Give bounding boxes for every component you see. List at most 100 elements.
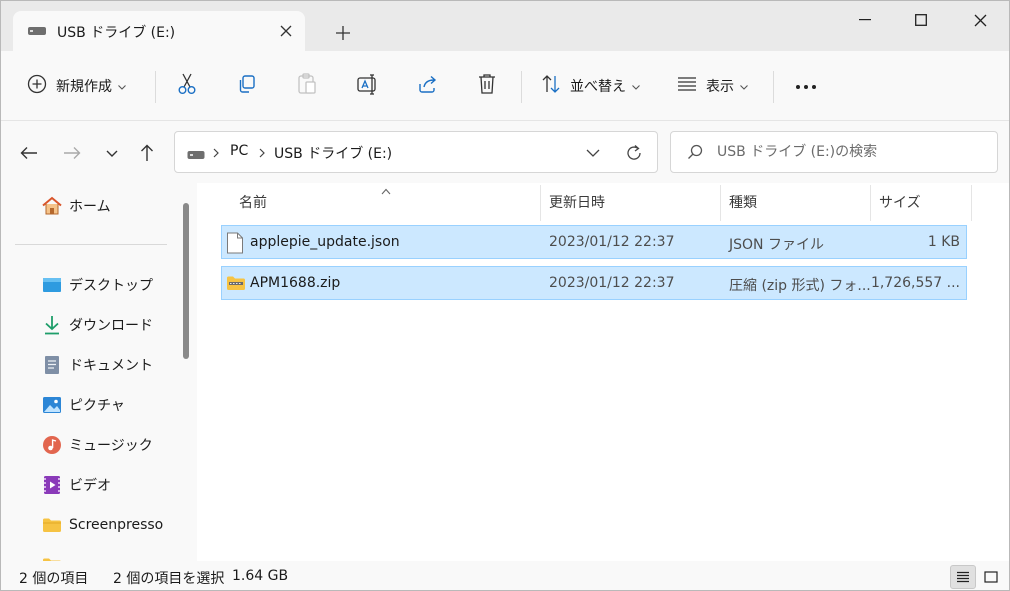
column-header-name[interactable]: 名前 (239, 192, 267, 212)
sidebar-item-documents[interactable]: ドキュメント (41, 347, 181, 383)
navigation-pane: ホーム デスクトップ ダウンロード ドキュメント ピクチャ ミュージック ビデオ… (1, 183, 197, 561)
item-count: 2 個の項目 (19, 571, 89, 587)
sort-icon (541, 74, 561, 98)
copy-button[interactable] (237, 69, 257, 103)
videos-icon (41, 474, 63, 496)
tab-title: USB ドライブ (E:) (57, 25, 176, 41)
share-button[interactable] (417, 69, 439, 103)
sidebar-item-music[interactable]: ミュージック (41, 427, 181, 463)
json-file-icon (226, 232, 244, 258)
plus-icon[interactable] (331, 21, 355, 45)
chevron-down-icon (632, 78, 640, 94)
new-icon (27, 74, 47, 98)
file-modified: 2023/01/12 22:37 (549, 275, 675, 291)
more-button[interactable] (795, 69, 817, 103)
address-bar[interactable]: PC USB ドライブ (E:) (174, 131, 658, 173)
view-icon (677, 76, 697, 96)
minimize-icon[interactable] (836, 1, 894, 39)
column-divider[interactable] (870, 185, 871, 221)
cut-icon (177, 73, 197, 99)
table-row[interactable]: applepie_update.json 2023/01/12 22:37 JS… (221, 225, 967, 259)
details-view-icon[interactable] (950, 565, 976, 589)
toolbar-divider (521, 71, 522, 103)
download-icon (41, 314, 63, 336)
large-icons-view-icon[interactable] (978, 565, 1004, 589)
selection-count: 2 個の項目を選択 (113, 571, 225, 587)
search-input[interactable] (717, 141, 987, 163)
paste-icon (297, 73, 317, 99)
sort-button[interactable]: 並べ替え (541, 69, 640, 103)
folder-icon (41, 554, 63, 561)
sidebar-item-label: ミュージック (69, 438, 153, 454)
close-icon[interactable] (275, 20, 297, 42)
navigation-bar: PC USB ドライブ (E:) (1, 121, 1009, 183)
sidebar-item-label: ドキュメント (69, 358, 153, 374)
home-icon (41, 195, 63, 217)
sidebar-item-truncated[interactable] (41, 547, 181, 561)
sidebar-item-home[interactable]: ホーム (41, 188, 181, 224)
search-box[interactable] (670, 131, 998, 173)
command-bar: 新規作成 並べ替え 表示 (1, 51, 1009, 121)
column-header-size[interactable]: サイズ (879, 192, 921, 212)
sidebar-item-downloads[interactable]: ダウンロード (41, 307, 181, 343)
maximize-icon[interactable] (892, 1, 950, 39)
up-arrow-icon[interactable] (134, 140, 160, 166)
column-divider[interactable] (720, 185, 721, 221)
file-name: APM1688.zip (250, 275, 341, 291)
delete-icon (477, 73, 497, 99)
sort-button-label: 並べ替え (570, 79, 626, 95)
forward-arrow-icon[interactable] (59, 140, 85, 166)
address-history-chevron-icon[interactable] (582, 142, 604, 164)
file-size: 1,726,557 ... (870, 275, 960, 291)
selection-size: 1.64 GB (232, 568, 289, 584)
share-icon (417, 74, 439, 98)
file-type: JSON ファイル (729, 237, 824, 253)
column-header-type[interactable]: 種類 (729, 192, 757, 212)
paste-button[interactable] (297, 69, 317, 103)
new-button[interactable]: 新規作成 (27, 69, 126, 103)
music-icon (41, 434, 63, 456)
view-button-label: 表示 (706, 79, 734, 95)
file-modified: 2023/01/12 22:37 (549, 234, 675, 250)
breadcrumb-pc[interactable]: PC (230, 143, 248, 159)
recent-locations-chevron-icon[interactable] (99, 140, 125, 166)
column-divider[interactable] (971, 185, 972, 221)
sidebar-item-screenpresso[interactable]: Screenpresso (41, 507, 181, 543)
sidebar-scrollbar[interactable] (183, 203, 189, 359)
chevron-down-icon (740, 78, 748, 94)
view-button[interactable]: 表示 (677, 69, 748, 103)
new-button-label: 新規作成 (56, 79, 112, 95)
documents-icon (41, 354, 63, 376)
sort-ascending-icon (381, 183, 391, 199)
sidebar-item-desktop[interactable]: デスクトップ (41, 267, 181, 303)
tab-usb-drive[interactable]: USB ドライブ (E:) (13, 11, 305, 51)
copy-icon (237, 74, 257, 98)
sidebar-item-label: ホーム (69, 199, 111, 215)
refresh-icon[interactable] (623, 142, 645, 164)
title-bar: USB ドライブ (E:) (1, 1, 1009, 51)
sidebar-item-videos[interactable]: ビデオ (41, 467, 181, 503)
file-type: 圧縮 (zip 形式) フォ... (729, 278, 871, 294)
window-close-icon[interactable] (951, 1, 1009, 39)
rename-button[interactable] (357, 69, 379, 103)
sidebar-item-label: ビデオ (69, 478, 111, 494)
back-arrow-icon[interactable] (16, 140, 42, 166)
file-explorer-window: USB ドライブ (E:) 新規作成 並べ替え 表示 PC USB ドライブ (… (0, 0, 1010, 591)
sidebar-item-pictures[interactable]: ピクチャ (41, 387, 181, 423)
column-header-modified[interactable]: 更新日時 (549, 192, 605, 212)
zip-folder-icon (226, 273, 246, 295)
toolbar-divider (773, 71, 774, 103)
toolbar-divider (155, 71, 156, 103)
sidebar-item-label: デスクトップ (69, 278, 153, 294)
breadcrumb-usb-drive[interactable]: USB ドライブ (E:) (274, 143, 392, 163)
rename-icon (357, 73, 379, 99)
sidebar-divider (15, 244, 167, 245)
table-row[interactable]: APM1688.zip 2023/01/12 22:37 圧縮 (zip 形式)… (221, 266, 967, 300)
cut-button[interactable] (177, 69, 197, 103)
chevron-right-icon (213, 146, 219, 162)
column-divider[interactable] (540, 185, 541, 221)
delete-button[interactable] (477, 69, 497, 103)
sidebar-item-label: ピクチャ (69, 398, 125, 414)
chevron-right-icon (259, 146, 265, 162)
usb-drive-icon (187, 148, 205, 164)
